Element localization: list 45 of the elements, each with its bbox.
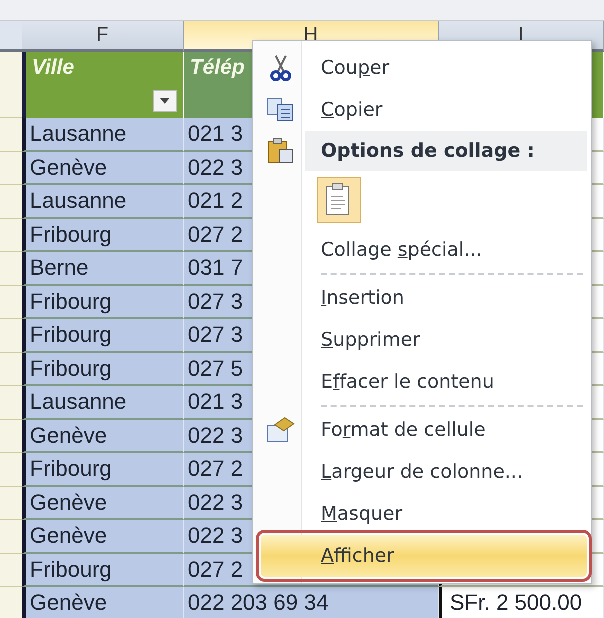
table-cell: Lausanne (22, 185, 184, 218)
table-cell: Fribourg (22, 352, 184, 386)
row-header[interactable] (0, 218, 22, 252)
table-cell: Fribourg (22, 218, 184, 252)
table-cell: Genève (22, 486, 184, 520)
table-cell: Lausanne (22, 118, 184, 152)
table-cell: Fribourg (22, 554, 184, 587)
table-cell: Berne (22, 252, 184, 286)
column-header[interactable]: F (22, 21, 184, 52)
table-cell: Genève (22, 420, 184, 453)
table-cell: SFr. 2 500.00 (439, 587, 604, 618)
table-cell: Fribourg (22, 453, 184, 486)
row-header[interactable] (0, 286, 22, 319)
row-header[interactable] (0, 185, 22, 218)
filter-dropdown-button[interactable] (153, 90, 177, 112)
row-header[interactable] (0, 152, 22, 185)
row-header[interactable] (0, 352, 22, 386)
row-header[interactable] (0, 486, 22, 520)
row-header[interactable] (0, 554, 22, 587)
clipboard-icon (267, 137, 295, 165)
copy-icon (267, 98, 295, 122)
select-all-corner[interactable] (0, 21, 22, 52)
format-cells-icon (267, 417, 295, 443)
menu-item[interactable]: Afficher (261, 535, 587, 577)
row-header[interactable] (0, 386, 22, 420)
table-cell: Genève (22, 587, 184, 618)
table-cell: Fribourg (22, 319, 184, 352)
table-cell: Fribourg (22, 286, 184, 319)
table-cell: Lausanne (22, 386, 184, 420)
row-header[interactable] (0, 420, 22, 453)
table-cell: 022 203 69 34 (184, 587, 439, 618)
column-title: Ville (32, 56, 74, 79)
table-cell: Genève (22, 520, 184, 554)
row-header[interactable] (0, 453, 22, 486)
row-header[interactable] (0, 520, 22, 554)
scissors-icon (270, 54, 292, 82)
column-title: Télép (190, 56, 245, 79)
row-header[interactable] (0, 252, 22, 286)
menu-section-header: Options de collage : (305, 131, 587, 171)
row-header[interactable] (0, 118, 22, 152)
row-header[interactable] (0, 319, 22, 352)
paste-option-button[interactable] (317, 177, 361, 223)
row-header[interactable] (0, 587, 22, 618)
table-cell: Genève (22, 152, 184, 185)
caret-icon (160, 98, 170, 104)
